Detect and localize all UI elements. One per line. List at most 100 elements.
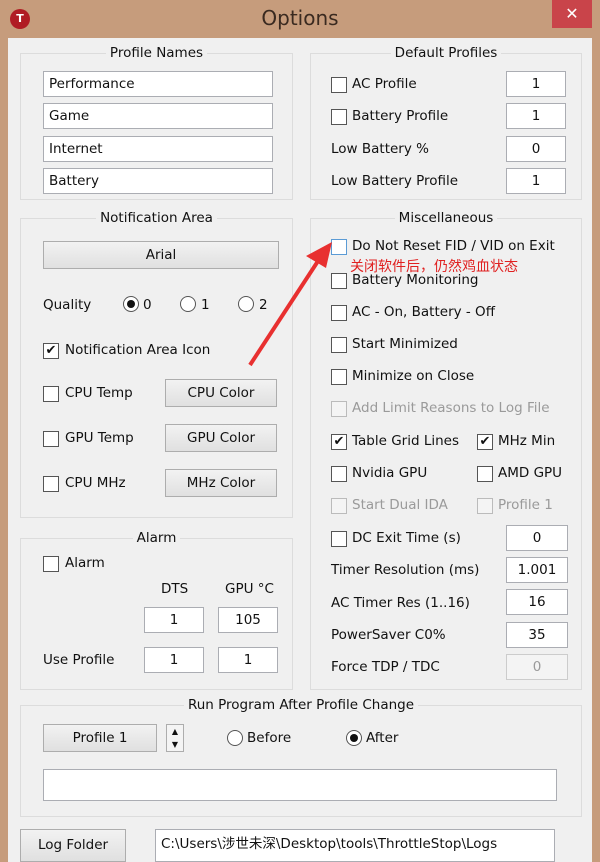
log-folder-button[interactable]: Log Folder [20,829,126,862]
title-bar: T Options ✕ [0,0,600,38]
profile-names-group: Profile Names Performance Game Internet … [20,45,293,200]
start-minimized-label: Start Minimized [352,336,458,352]
quality-radio-0[interactable] [123,296,139,312]
spin-up-icon[interactable]: ▲ [167,725,183,738]
after-radio[interactable] [346,730,362,746]
battery-profile-input[interactable]: 1 [506,103,566,129]
group-title: Profile Names [105,45,208,61]
group-title: Alarm [132,530,181,546]
alarm-group: Alarm Alarm DTS GPU °C 1 105 Use Profile… [20,530,293,690]
start-dual-ida-label: Start Dual IDA [352,497,448,513]
alarm-gpu-input[interactable]: 105 [218,607,278,633]
miscellaneous-group: Miscellaneous Do Not Reset FID / VID on … [310,210,582,690]
gpu-temp-checkbox[interactable] [43,431,59,447]
use-profile-dts-input[interactable]: 1 [144,647,204,673]
minimize-on-close-checkbox[interactable] [331,369,347,385]
mhz-color-button[interactable]: MHz Color [165,469,277,497]
run-program-group: Run Program After Profile Change Profile… [20,697,582,817]
battery-monitoring-checkbox[interactable] [331,273,347,289]
quality-option-label: 2 [259,297,268,313]
group-title: Notification Area [96,210,217,226]
before-label: Before [247,730,292,746]
alarm-dts-input[interactable]: 1 [144,607,204,633]
start-minimized-checkbox[interactable] [331,337,347,353]
battery-monitoring-label: Battery Monitoring [352,272,479,288]
profile-name-input-2[interactable]: Game [43,103,273,129]
spin-down-icon[interactable]: ▼ [167,738,183,751]
timer-resolution-label: Timer Resolution (ms) [331,562,480,578]
add-limit-reasons-checkbox[interactable] [331,401,347,417]
quality-option-label: 1 [201,297,210,313]
ac-on-battery-off-checkbox[interactable] [331,305,347,321]
profile-1-checkbox[interactable] [477,498,493,514]
add-limit-reasons-label: Add Limit Reasons to Log File [352,400,550,416]
quality-radio-2[interactable] [238,296,254,312]
options-content: Profile Names Performance Game Internet … [8,38,592,862]
table-grid-lines-label: Table Grid Lines [352,433,459,449]
font-button[interactable]: Arial [43,241,279,269]
low-battery-profile-input[interactable]: 1 [506,168,566,194]
ac-on-battery-off-label: AC - On, Battery - Off [352,304,495,320]
quality-option-label: 0 [143,297,152,313]
gpu-color-button[interactable]: GPU Color [165,424,277,452]
amd-gpu-label: AMD GPU [498,465,563,481]
window-title: Options [261,6,339,30]
gpu-temp-label: GPU Temp [65,430,134,446]
timer-resolution-value: 1.001 [506,557,568,583]
powersaver-label: PowerSaver C0% [331,627,446,643]
dc-exit-time-input[interactable]: 0 [506,525,568,551]
start-dual-ida-checkbox[interactable] [331,498,347,514]
force-tdp-input[interactable]: 0 [506,654,568,680]
group-title: Miscellaneous [394,210,498,226]
battery-profile-checkbox[interactable] [331,109,347,125]
close-button[interactable]: ✕ [552,0,592,28]
ac-profile-checkbox[interactable] [331,77,347,93]
quality-radio-1[interactable] [180,296,196,312]
gpu-column-label: GPU °C [225,581,274,597]
log-folder-path[interactable]: C:\Users\涉世未深\Desktop\tools\ThrottleStop… [155,829,555,862]
profile-name-input-3[interactable]: Internet [43,136,273,162]
alarm-checkbox[interactable] [43,556,59,572]
low-battery-pct-input[interactable]: 0 [506,136,566,162]
default-profiles-group: Default Profiles AC Profile 1 Battery Pr… [310,45,582,200]
ac-profile-label: AC Profile [352,76,417,92]
ac-timer-res-label: AC Timer Res (1..16) [331,595,470,611]
battery-profile-label: Battery Profile [352,108,449,124]
low-battery-pct-label: Low Battery % [331,141,429,157]
cpu-mhz-checkbox[interactable] [43,476,59,492]
before-radio[interactable] [227,730,243,746]
cpu-temp-checkbox[interactable] [43,386,59,402]
do-not-reset-label: Do Not Reset FID / VID on Exit [352,238,555,254]
dts-column-label: DTS [161,581,189,597]
profile-1-label: Profile 1 [498,497,553,513]
program-path-input[interactable] [43,769,557,801]
nvidia-gpu-label: Nvidia GPU [352,465,428,481]
dc-exit-time-checkbox[interactable] [331,531,347,547]
notification-area-group: Notification Area Arial Quality 0 1 2 ✔ … [20,210,293,518]
group-title: Run Program After Profile Change [183,697,419,713]
cpu-color-button[interactable]: CPU Color [165,379,277,407]
notification-icon-checkbox[interactable]: ✔ [43,343,59,359]
powersaver-input[interactable]: 35 [506,622,568,648]
dc-exit-time-label: DC Exit Time (s) [352,530,461,546]
cpu-temp-label: CPU Temp [65,385,133,401]
minimize-on-close-label: Minimize on Close [352,368,475,384]
profile-spinner[interactable]: ▲ ▼ [166,724,184,752]
table-grid-lines-checkbox[interactable]: ✔ [331,434,347,450]
profile-select-button[interactable]: Profile 1 [43,724,157,752]
mhz-min-label: MHz Min [498,433,556,449]
profile-name-input-1[interactable]: Performance [43,71,273,97]
mhz-min-checkbox[interactable]: ✔ [477,434,493,450]
nvidia-gpu-checkbox[interactable] [331,466,347,482]
notification-icon-label: Notification Area Icon [65,342,211,358]
use-profile-label: Use Profile [43,652,115,668]
alarm-label: Alarm [65,555,105,571]
profile-name-input-4[interactable]: Battery [43,168,273,194]
ac-profile-input[interactable]: 1 [506,71,566,97]
after-label: After [366,730,399,746]
cpu-mhz-label: CPU MHz [65,475,126,491]
amd-gpu-checkbox[interactable] [477,466,493,482]
use-profile-gpu-input[interactable]: 1 [218,647,278,673]
ac-timer-res-input[interactable]: 16 [506,589,568,615]
do-not-reset-checkbox[interactable] [331,239,347,255]
